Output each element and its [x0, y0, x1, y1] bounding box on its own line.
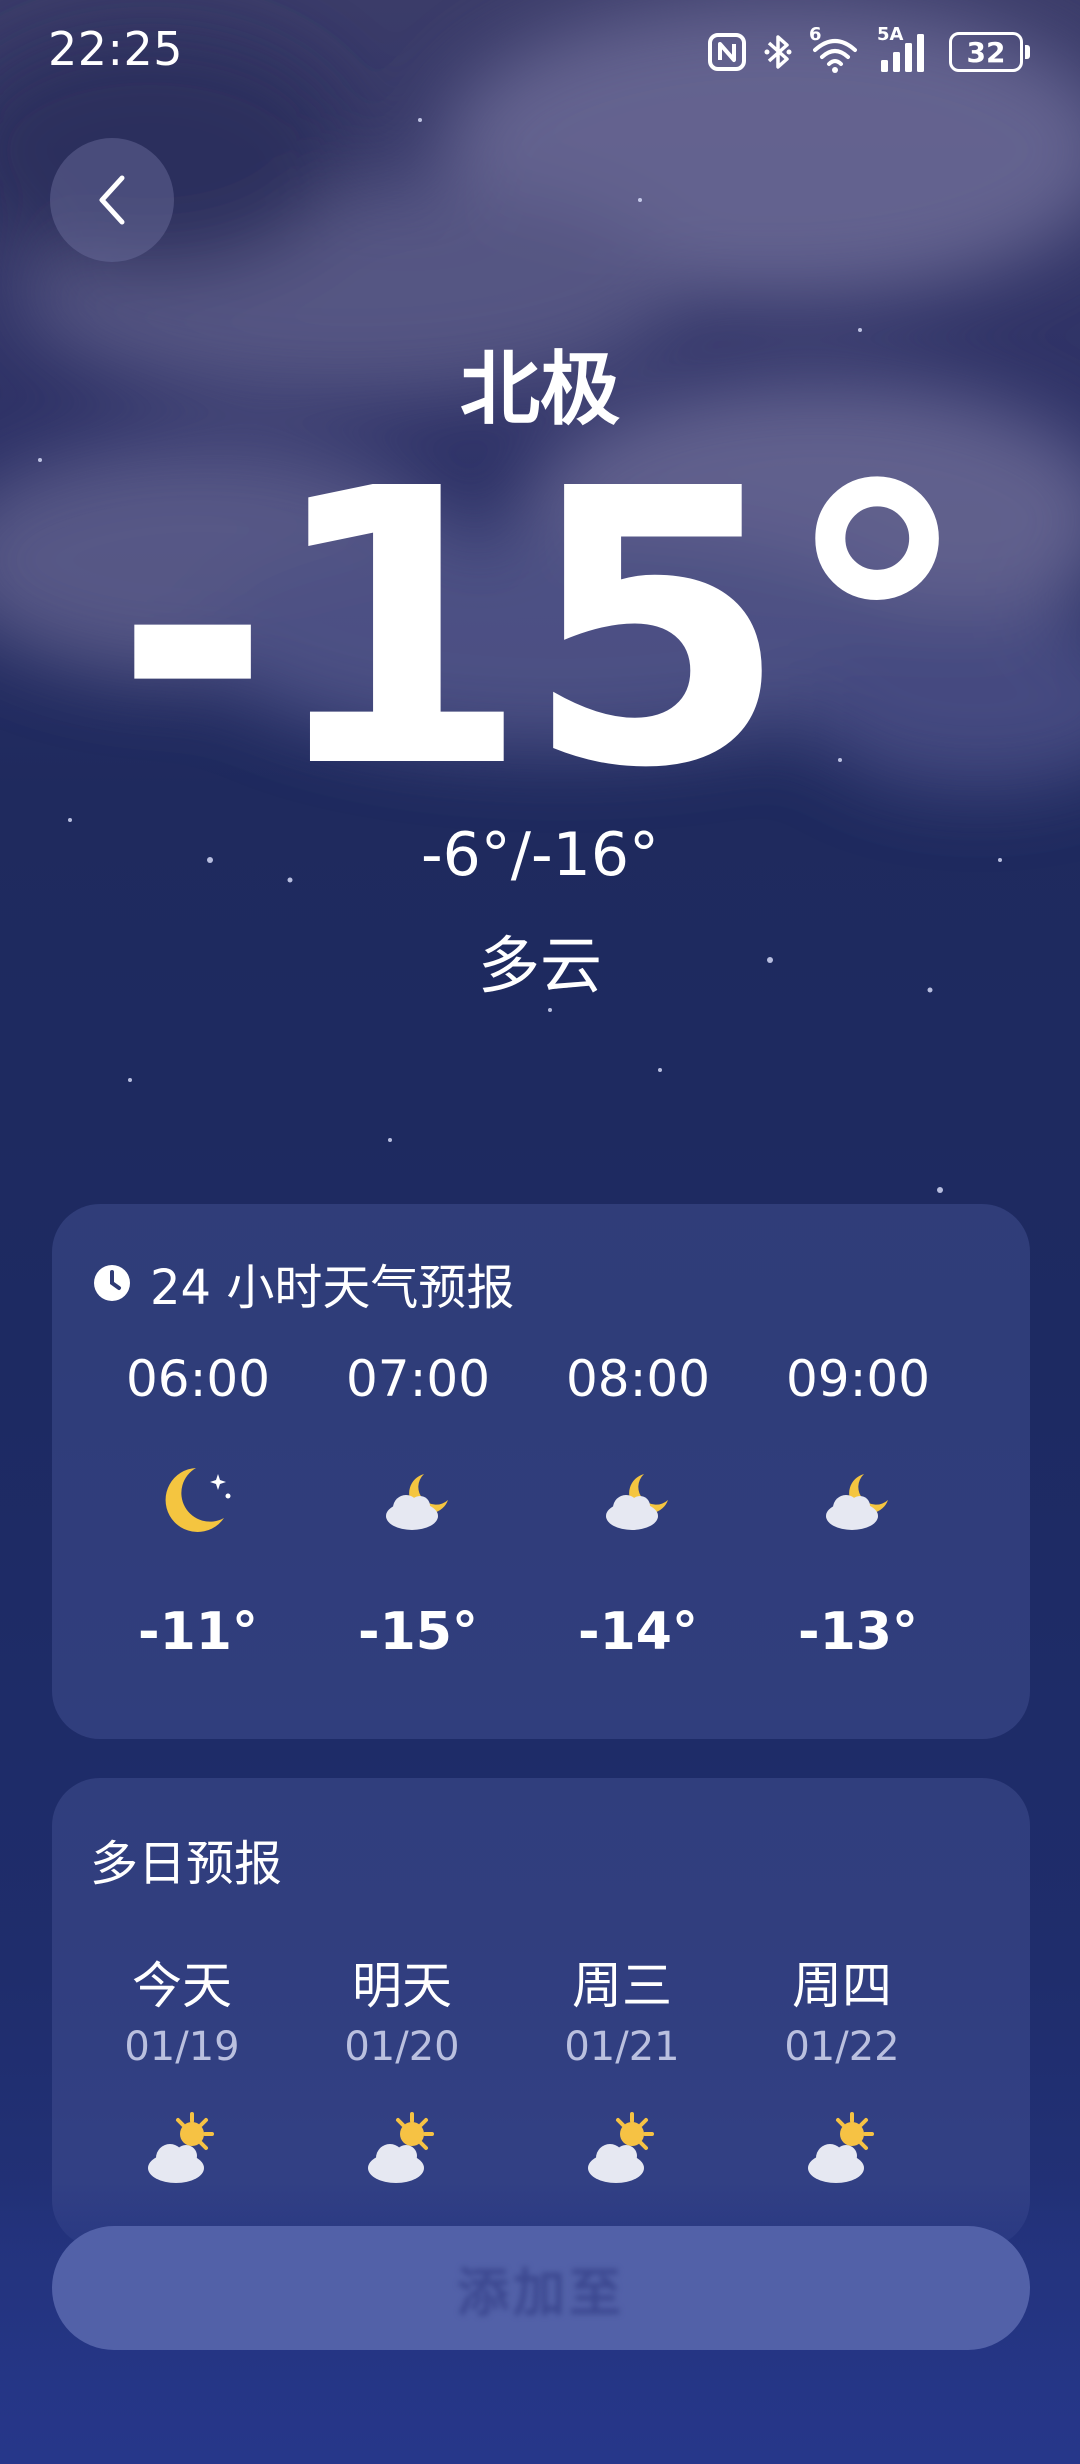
crescent-moon-stars-icon [165, 1468, 231, 1532]
hour-time: 07:00 [345, 1350, 491, 1408]
day-date: 01/20 [344, 2024, 460, 2070]
hour-time: 09:00 [785, 1350, 931, 1408]
hour-time: 08:00 [565, 1350, 711, 1408]
battery-level: 32 [949, 32, 1023, 72]
cloudy-night-icon [606, 1474, 668, 1530]
hour-temperature: -11° [138, 1602, 258, 1662]
hour-time: 06:00 [125, 1350, 271, 1408]
day-date: 01/19 [124, 2024, 240, 2070]
day-date: 01/21 [564, 2024, 680, 2070]
back-button[interactable] [50, 138, 174, 262]
hour-temperature: -13° [798, 1602, 918, 1662]
hour-temperature: -14° [578, 1602, 698, 1662]
hourly-item: 06:00 -11° [88, 1350, 308, 1662]
day-name: 今天 [132, 1957, 232, 2015]
add-to-desktop-button[interactable]: 添加至 [52, 2226, 1030, 2350]
status-bar: 22:25 6 5A 32 [0, 0, 1080, 100]
chevron-left-icon [99, 175, 125, 225]
hourly-item: 09:00 -13° [748, 1350, 968, 1662]
day-date: 01/22 [784, 2024, 900, 2070]
daily-forecast-title: 多日预报 [90, 1836, 283, 1892]
cloudy-night-icon [826, 1474, 888, 1530]
day-name: 明天 [352, 1957, 452, 2015]
daily-item[interactable]: 周四 01/22 [732, 1946, 952, 2190]
partly-sunny-icon [588, 2112, 654, 2183]
signal-indicator: 5A [877, 24, 933, 74]
temperature-range: -6°/-16° [420, 820, 660, 890]
clock-icon [94, 1265, 130, 1301]
status-icons: 6 5A 32 [707, 24, 1030, 76]
hourly-forecast-card[interactable]: 24 小时天气预报 06:00 -11° 07:00 -15° 08:00 -1… [52, 1204, 1030, 1739]
day-name: 周四 [792, 1957, 892, 2015]
daily-forecast-card[interactable]: 多日预报 今天 01/19 明天 01/20 周三 01/21 周四 01/22 [52, 1778, 1030, 2248]
nfc-icon [708, 33, 746, 71]
daily-item[interactable]: 明天 01/20 [292, 1946, 512, 2190]
hourly-forecast-title: 24 小时天气预报 [150, 1260, 515, 1316]
hourly-item: 08:00 -14° [528, 1350, 748, 1662]
bluetooth-icon [764, 35, 792, 69]
hourly-forecast-header: 24 小时天气预报 [92, 1248, 514, 1318]
partly-sunny-icon [808, 2112, 874, 2183]
add-to-desktop-label: 添加至 [456, 2263, 625, 2324]
battery-icon: 32 [949, 32, 1030, 72]
partly-sunny-icon [368, 2112, 434, 2183]
partly-sunny-icon [148, 2112, 214, 2183]
wifi-badge: 6 [809, 24, 822, 45]
status-time: 22:25 [48, 22, 184, 76]
hour-temperature: -15° [358, 1602, 478, 1662]
daily-item[interactable]: 今天 01/19 [72, 1946, 292, 2190]
weather-condition: 多云 [477, 929, 602, 1002]
day-name: 周三 [572, 1957, 672, 2015]
daily-item[interactable]: 周三 01/21 [512, 1946, 732, 2190]
cloudy-night-icon [386, 1474, 448, 1530]
hourly-item: 07:00 -15° [308, 1350, 528, 1662]
wifi-indicator: 6 [809, 24, 861, 74]
current-temperature: -15° [113, 408, 973, 851]
signal-badge: 5A [877, 24, 904, 45]
